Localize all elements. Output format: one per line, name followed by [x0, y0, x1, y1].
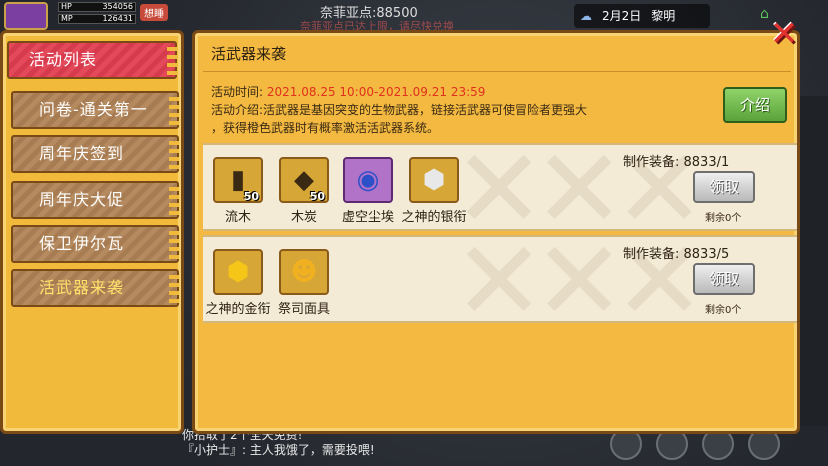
tab-anniversary-sale[interactable]: 周年庆大促	[11, 181, 179, 219]
silver-emblem-icon: ⬢	[422, 165, 446, 195]
time-of-day: 黎明	[651, 9, 676, 23]
item-name: 祭司面具	[277, 302, 330, 317]
claim-button[interactable]: 领取	[693, 263, 755, 295]
tab-label: 周年庆大促	[39, 190, 125, 209]
event-time-value: 2021.08.25 10:00-2021.09.21 23:59	[266, 85, 486, 99]
item-slot[interactable]: ◆ 50	[279, 157, 329, 203]
tab-label: 活武器来袭	[39, 278, 125, 297]
item-name: 之神的金衔	[205, 302, 271, 317]
item-name: 虚空尘埃	[341, 210, 394, 225]
right-side-menu	[796, 96, 828, 426]
remaining-count: 剩余0个	[705, 213, 742, 224]
event-time-label: 活动时间:	[211, 85, 264, 99]
close-icon[interactable]: ✕	[766, 16, 802, 52]
intro-button[interactable]: 介绍	[723, 87, 787, 123]
item-slot[interactable]: ⬢	[213, 249, 263, 295]
tab-event-list[interactable]: 活动列表	[7, 41, 177, 79]
tab-living-weapon[interactable]: 活武器来袭	[11, 269, 179, 307]
hp-label: HP	[61, 2, 72, 11]
tab-defend-elvaan[interactable]: 保卫伊尔瓦	[11, 225, 179, 263]
tab-label: 活动列表	[29, 50, 98, 69]
date-text: 2月2日	[602, 9, 642, 23]
mp-bar: MP 126431	[58, 14, 136, 24]
tab-notch	[169, 227, 179, 261]
avatar[interactable]	[4, 2, 48, 30]
craft-requirement: 制作装备: 8833/1	[623, 155, 730, 170]
event-detail-panel: 活武器来袭 活动时间: 2021.08.25 10:00-2021.09.21 …	[192, 30, 800, 434]
mp-label: MP	[61, 14, 73, 23]
event-intro: 活动介绍:活武器是基因突变的生物武器，链接活武器可使冒险者更强大	[211, 101, 587, 118]
tab-notch	[169, 183, 179, 217]
tab-notch	[169, 93, 179, 127]
player-tag: 想睡	[140, 4, 168, 21]
hp-bar: HP 354056	[58, 2, 136, 12]
event-intro-label: 活动介绍:	[211, 103, 264, 117]
tab-notch	[169, 271, 179, 305]
claim-button[interactable]: 领取	[693, 171, 755, 203]
craft-requirement: 制作装备: 8833/5	[623, 247, 730, 262]
tab-label: 保卫伊尔瓦	[39, 234, 125, 253]
priest-mask-icon: ☻	[290, 257, 318, 287]
cloud-icon: ☁	[580, 9, 592, 23]
void-dust-icon: ◉	[356, 165, 380, 195]
event-tab-list: 活动列表 问卷-通关第一 周年庆签到 周年庆大促 保卫伊尔瓦 活武器来袭	[0, 30, 184, 434]
event-intro-text: 活武器是基因突变的生物武器，链接活武器可使冒险者更强大	[263, 103, 588, 117]
hp-value: 354056	[102, 2, 133, 11]
item-count: 50	[309, 190, 325, 203]
item-slot[interactable]: ◉	[343, 157, 393, 203]
chat-line: 『小护士』: 主人我饿了，需要投喂!	[182, 443, 375, 457]
tab-survey[interactable]: 问卷-通关第一	[11, 91, 179, 129]
tab-label: 问卷-通关第一	[39, 100, 148, 119]
item-count: 50	[243, 190, 259, 203]
remaining-count: 剩余0个	[705, 305, 742, 316]
item-slot[interactable]: ⬢	[409, 157, 459, 203]
tab-notch	[167, 43, 177, 77]
recipe-row: ✕✕✕ ⬢ 之神的金衔 ☻ 祭司面具 制作装备: 8833/5 领取 剩余0个	[203, 235, 797, 323]
tab-label: 周年庆签到	[39, 144, 125, 163]
item-name: 木炭	[290, 210, 317, 225]
event-title: 活武器来袭	[211, 45, 287, 63]
date-weather: ☁ 2月2日 黎明	[574, 4, 710, 28]
item-slot[interactable]: ☻	[279, 249, 329, 295]
event-time: 活动时间: 2021.08.25 10:00-2021.09.21 23:59	[211, 83, 485, 100]
item-name: 之神的银衔	[401, 210, 467, 225]
tab-notch	[169, 137, 179, 171]
recipe-row: ✕✕✕ ▮ 50 流木 ◆ 50 木炭 ◉ 虚空尘埃 ⬢ 之神的银衔 制作装备:…	[203, 143, 797, 231]
item-name: 流木	[224, 210, 251, 225]
tab-anniversary-signin[interactable]: 周年庆签到	[11, 135, 179, 173]
gold-emblem-icon: ⬢	[226, 257, 250, 287]
player-hud: HP 354056 MP 126431 想睡	[0, 0, 180, 32]
event-intro-cont: ，获得橙色武器时有概率激活活武器系统。	[211, 121, 440, 135]
item-slot[interactable]: ▮ 50	[213, 157, 263, 203]
mp-value: 126431	[102, 14, 133, 23]
